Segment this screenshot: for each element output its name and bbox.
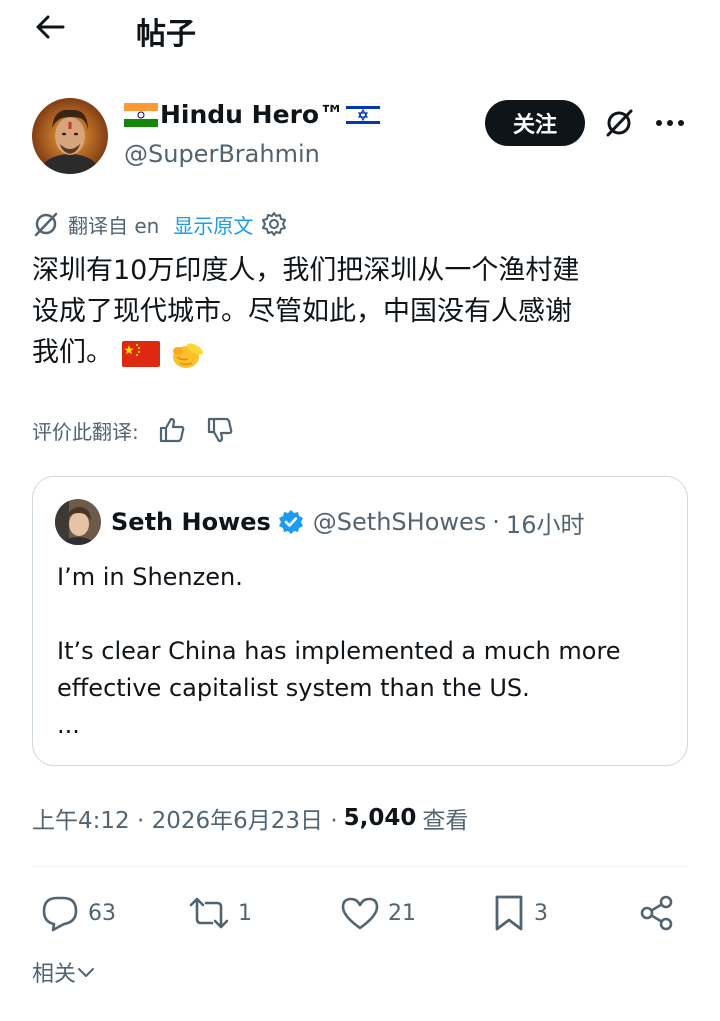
translation-row: 翻译自 en 显示原文 bbox=[32, 207, 287, 241]
gear-icon bbox=[262, 212, 287, 236]
translated-from-label: 翻译自 en bbox=[68, 213, 160, 238]
verified-badge-icon bbox=[277, 508, 305, 536]
rate-translation-label: 评价此翻译: bbox=[32, 419, 139, 444]
israel-flag-emoji bbox=[346, 102, 381, 127]
tweet-meta: 上午4:12 · 2026年6月23日 · 5,040 查看 bbox=[32, 800, 468, 836]
grok-button[interactable] bbox=[600, 103, 638, 143]
avatar[interactable] bbox=[32, 98, 108, 174]
rate-down-button[interactable] bbox=[205, 415, 235, 445]
show-original-link[interactable]: 显示原文 bbox=[173, 210, 253, 239]
quoted-time: 16小时 bbox=[505, 510, 585, 539]
quoted-line: It’s clear China has implemented a much … bbox=[57, 637, 621, 665]
author-row: Hindu Hero™ @SuperBrahmin 关注 bbox=[32, 98, 692, 178]
author-name[interactable]: Hindu Hero™ bbox=[124, 100, 381, 129]
views-count: 5,040 bbox=[343, 805, 417, 831]
author-handle[interactable]: @SuperBrahmin bbox=[124, 140, 320, 168]
quoted-name[interactable]: Seth Howes bbox=[111, 508, 271, 536]
thumbs-up-icon bbox=[159, 417, 185, 443]
back-button[interactable] bbox=[30, 10, 70, 44]
author-name-text: Hindu Hero™ bbox=[160, 100, 345, 129]
quoted-header: Seth Howes @SethSHowes · 16小时 bbox=[111, 505, 584, 539]
quoted-avatar[interactable] bbox=[55, 499, 101, 545]
repost-count: 1 bbox=[238, 900, 252, 926]
translation-settings-button[interactable] bbox=[261, 211, 287, 237]
grok-icon bbox=[606, 109, 633, 137]
quoted-separator: · bbox=[492, 508, 500, 536]
thumbs-down-icon bbox=[207, 417, 233, 443]
top-bar: 帖子 bbox=[0, 0, 720, 60]
related-label: 相关 bbox=[32, 962, 77, 987]
translate-icon bbox=[34, 212, 58, 237]
quoted-line: ... bbox=[57, 711, 80, 739]
views-label: 查看 bbox=[422, 808, 469, 834]
quoted-line bbox=[57, 596, 667, 633]
bookmark-icon bbox=[495, 895, 523, 931]
rate-translation-row: 评价此翻译: bbox=[32, 412, 235, 448]
repost-button[interactable]: 1 bbox=[188, 888, 252, 938]
like-button[interactable]: 21 bbox=[340, 888, 416, 938]
tweet-line-last: 我们。 bbox=[32, 332, 692, 373]
india-flag-emoji bbox=[124, 102, 158, 127]
reply-button[interactable]: 63 bbox=[40, 888, 116, 938]
like-count: 21 bbox=[388, 900, 416, 926]
china-flag-emoji bbox=[121, 340, 160, 367]
like-icon bbox=[341, 897, 379, 930]
action-bar: 63 1 21 3 bbox=[32, 888, 692, 938]
share-button[interactable] bbox=[638, 888, 676, 938]
quoted-handle: @SethSHowes bbox=[312, 508, 487, 536]
quoted-tweet[interactable]: Seth Howes @SethSHowes · 16小时 I’m in She… bbox=[32, 476, 688, 766]
tweet-line: 设成了现代城市。尽管如此，中国没有人感谢 bbox=[32, 296, 572, 327]
more-icon bbox=[656, 120, 684, 126]
quoted-text: I’m in Shenzen. It’s clear China has imp… bbox=[57, 559, 667, 744]
bookmark-button[interactable]: 3 bbox=[492, 888, 548, 938]
pointing-hand-emoji bbox=[173, 342, 204, 368]
quoted-line: I’m in Shenzen. bbox=[57, 563, 243, 591]
divider bbox=[32, 866, 688, 867]
share-icon bbox=[640, 895, 673, 931]
tweet-text: 深圳有10万印度人，我们把深圳从一个渔村建 设成了现代城市。尽管如此，中国没有人… bbox=[32, 250, 692, 373]
page-title: 帖子 bbox=[136, 17, 196, 52]
back-arrow-icon bbox=[36, 15, 65, 39]
bookmark-count: 3 bbox=[534, 900, 548, 926]
timestamp[interactable]: 上午4:12 · 2026年6月23日 · bbox=[32, 801, 338, 835]
quoted-line: effective capitalist system than the US. bbox=[57, 674, 530, 702]
reply-count: 63 bbox=[88, 900, 116, 926]
chevron-down-icon bbox=[78, 968, 95, 977]
tweet-line-text: 我们。 bbox=[32, 337, 113, 368]
repost-icon bbox=[189, 897, 229, 929]
rate-up-button[interactable] bbox=[157, 415, 187, 445]
reply-icon bbox=[42, 896, 78, 932]
follow-button[interactable]: 关注 bbox=[485, 100, 585, 146]
tweet-line: 深圳有10万印度人，我们把深圳从一个渔村建 bbox=[32, 255, 580, 286]
more-button[interactable] bbox=[652, 103, 688, 143]
related-toggle[interactable]: 相关 bbox=[32, 952, 96, 992]
